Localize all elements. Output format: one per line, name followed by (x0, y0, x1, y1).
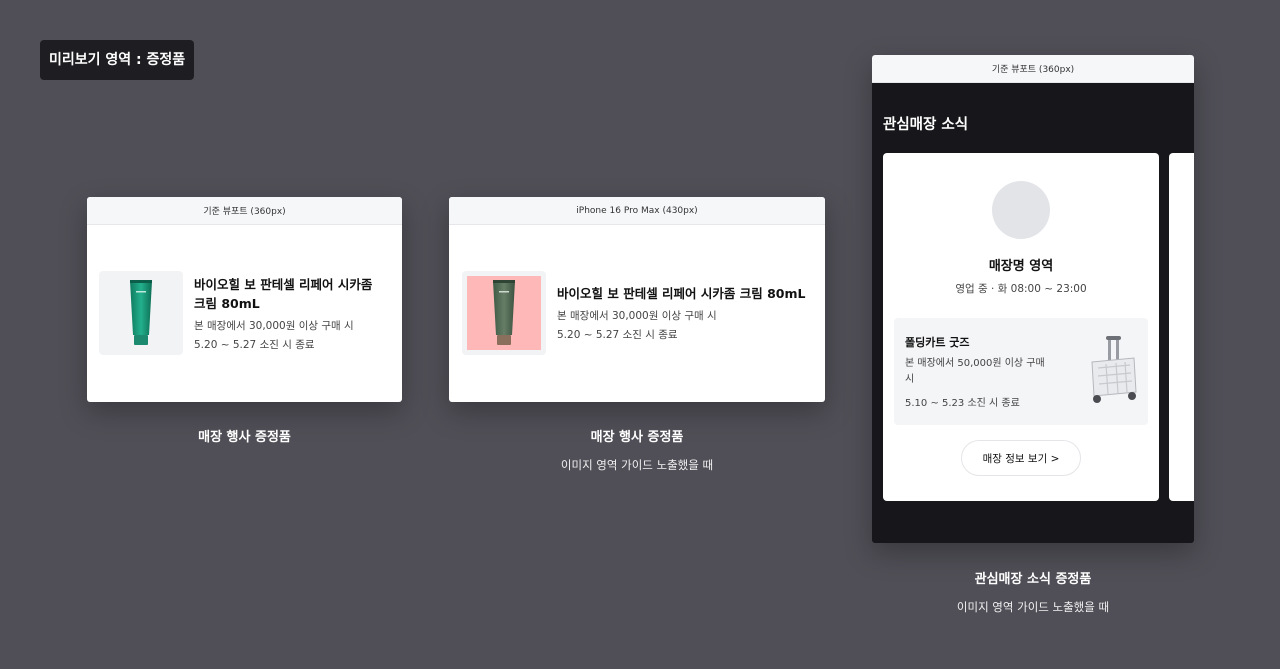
promo-name: 폴딩카트 굿즈 (905, 336, 970, 349)
gift-info: 바이오힐 보 판테셀 리페어 시카좀 크림 80mL 본 매장에서 30,000… (194, 275, 388, 352)
viewport-label: 기준 뷰포트 (360px) (872, 55, 1194, 83)
caption-title: 관심매장 소식 증정품 (974, 572, 1092, 587)
promo-condition: 본 매장에서 50,000원 이상 구매 시 (905, 358, 1045, 385)
cream-tube-icon (130, 280, 152, 345)
promo-date: 5.10 ~ 5.23 소진 시 종료 (905, 398, 1020, 409)
cream-tube-icon (493, 280, 515, 345)
gift-date: 5.20 ~ 5.27 소진 시 종료 (194, 338, 315, 351)
store-hours: 영업 중 · 화 08:00 ~ 23:00 (955, 283, 1087, 295)
preview-frame-store-news: 기준 뷰포트 (360px) 관심매장 소식 매장명 영역 영업 중 · 화 0… (872, 55, 1194, 543)
next-store-card[interactable] (1169, 153, 1194, 501)
store-promo[interactable]: 폴딩카트 굿즈 본 매장에서 50,000원 이상 구매 시 5.10 ~ 5.… (894, 318, 1148, 425)
caption-title: 매장 행사 증정품 (198, 430, 291, 445)
gift-item[interactable]: 바이오힐 보 판테셀 리페어 시카좀 크림 80mL 본 매장에서 30,000… (462, 271, 811, 355)
gift-condition: 본 매장에서 30,000원 이상 구매 시 (557, 310, 717, 322)
gift-thumbnail (99, 271, 183, 355)
canvas: 미리보기 영역 : 증정품 기준 뷰포트 (360px) 바이오힐 보 판테셀 … (0, 0, 1280, 669)
folding-cart-icon (1091, 336, 1137, 403)
viewport-label: 기준 뷰포트 (360px) (87, 197, 402, 225)
preview-frame-360: 기준 뷰포트 (360px) 바이오힐 보 판테셀 리페어 시카좀 크림 80m… (87, 197, 402, 402)
store-info-button[interactable]: 매장 정보 보기 > (961, 440, 1081, 476)
gift-thumbnail-guide (462, 271, 546, 355)
frame-caption: 매장 행사 증정품 이미지 영역 가이드 노출했을 때 (449, 429, 825, 473)
gift-info: 바이오힐 보 판테셀 리페어 시카좀 크림 80mL 본 매장에서 30,000… (557, 284, 806, 342)
store-avatar (992, 181, 1050, 239)
frame-caption: 관심매장 소식 증정품 이미지 영역 가이드 노출했을 때 (872, 571, 1194, 615)
viewport-label: iPhone 16 Pro Max (430px) (449, 197, 825, 225)
section-title: 관심매장 소식 (883, 117, 969, 133)
gift-date: 5.20 ~ 5.27 소진 시 종료 (557, 329, 678, 341)
gift-item[interactable]: 바이오힐 보 판테셀 리페어 시카좀 크림 80mL 본 매장에서 30,000… (99, 271, 388, 355)
caption-title: 매장 행사 증정품 (590, 430, 684, 445)
frame-caption: 매장 행사 증정품 (87, 429, 402, 447)
preview-frame-430: iPhone 16 Pro Max (430px) 바이오힐 보 판테셀 리페어… (449, 197, 825, 402)
gift-condition: 본 매장에서 30,000원 이상 구매 시 (194, 319, 354, 332)
gift-name: 바이오힐 보 판테셀 리페어 시카좀 크림 80mL (194, 276, 373, 311)
caption-subtitle: 이미지 영역 가이드 노출했을 때 (560, 458, 714, 472)
gift-name: 바이오힐 보 판테셀 리페어 시카좀 크림 80mL (557, 286, 806, 301)
store-name: 매장명 영역 (988, 259, 1054, 274)
preview-area-label: 미리보기 영역 : 증정품 (40, 40, 195, 80)
image-guide-area (467, 276, 541, 350)
caption-subtitle: 이미지 영역 가이드 노출했을 때 (956, 600, 1110, 614)
store-card[interactable]: 매장명 영역 영업 중 · 화 08:00 ~ 23:00 폴딩카트 굿즈 본 … (883, 153, 1159, 501)
